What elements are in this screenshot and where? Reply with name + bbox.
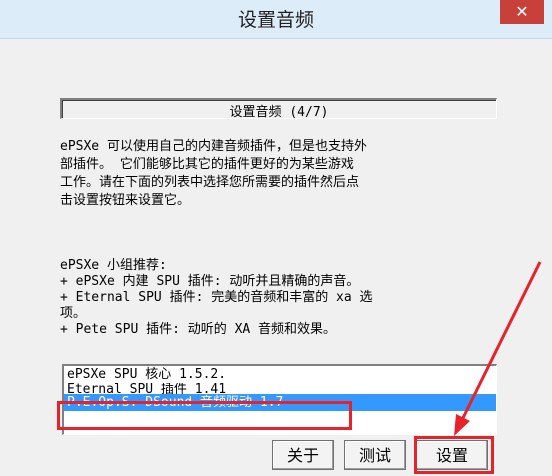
annotation-arrow-icon xyxy=(454,261,542,436)
setup-audio-dialog: 设置音频 ✕ 设置音频 (4/7) ePSXe 可以使用自己的内建音频插件，但是… xyxy=(0,0,552,476)
